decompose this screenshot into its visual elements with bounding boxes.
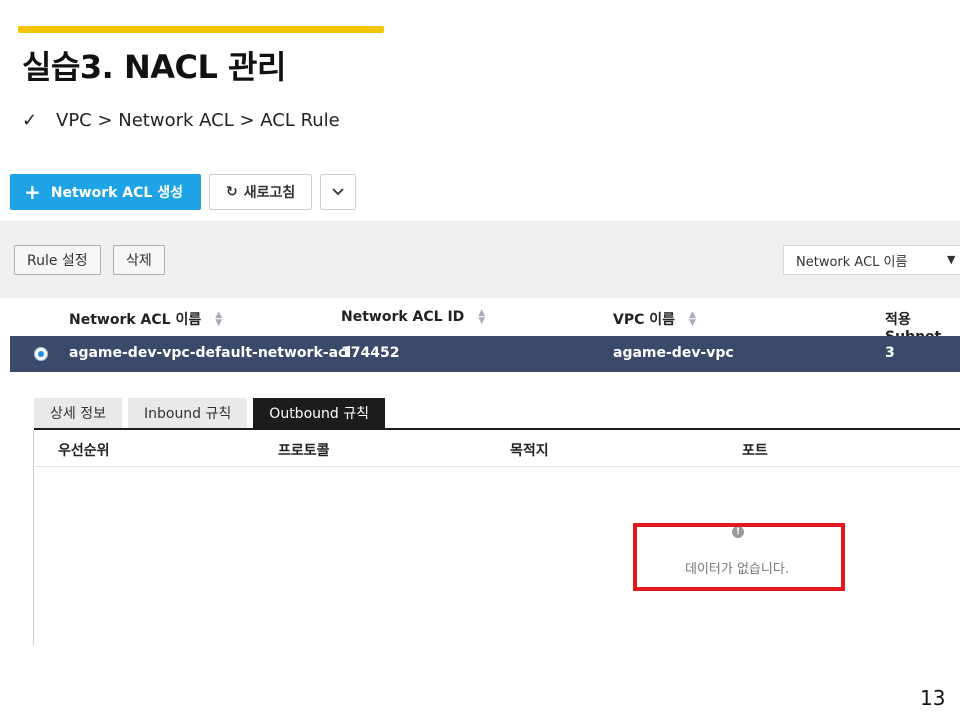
plus-icon: + — [24, 180, 41, 204]
column-label: Network ACL ID — [341, 309, 465, 325]
tab-inbound-rules[interactable]: Inbound 규칙 — [127, 398, 248, 428]
column-header-id[interactable]: Network ACL ID ▲ ▼ — [341, 309, 485, 326]
column-header-name[interactable]: Network ACL 이름 ▲ ▼ — [69, 309, 222, 329]
create-network-acl-button[interactable]: + Network ACL 생성 — [10, 174, 201, 210]
table-row-selected[interactable]: agame-dev-vpc-default-network-acl 174452… — [10, 336, 960, 372]
create-network-acl-label: Network ACL 생성 — [50, 185, 183, 201]
vpc-name-cell: agame-dev-vpc — [613, 345, 734, 361]
column-header-vpc[interactable]: VPC 이름 ▲ ▼ — [613, 309, 696, 329]
table-header: Network ACL 이름 ▲ ▼ Network ACL ID ▲ ▼ VPC … — [10, 298, 960, 345]
console-screenshot: + Network ACL 생성 ↻ 새로고침 Rule 설정 삭제 Netwo… — [0, 168, 960, 645]
breadcrumb-path: VPC > Network ACL > ACL Rule — [56, 110, 340, 131]
rules-table-header: 우선순위 프로토콜 목적지 포트 — [34, 430, 960, 467]
caret-down-icon: ▼ — [947, 253, 956, 266]
outbound-rules-panel: 우선순위 프로토콜 목적지 포트 ! 데이터가 없습니다. — [33, 430, 960, 645]
column-label: VPC 이름 — [613, 312, 676, 328]
breadcrumb-bullet: ✓ VPC > Network ACL > ACL Rule — [22, 110, 340, 131]
tab-outbound-rules[interactable]: Outbound 규칙 — [253, 398, 385, 428]
check-icon: ✓ — [22, 110, 38, 131]
more-options-button[interactable] — [320, 174, 357, 210]
highlight-box — [633, 523, 845, 591]
acl-name-cell: agame-dev-vpc-default-network-acl — [69, 345, 352, 361]
column-header-priority: 우선순위 — [58, 443, 110, 459]
chevron-down-icon — [332, 188, 344, 196]
network-acl-table: Network ACL 이름 ▲ ▼ Network ACL ID ▲ ▼ VPC … — [10, 298, 960, 645]
subnet-count-cell: 3 — [885, 345, 895, 361]
sort-icon[interactable]: ▲ ▼ — [689, 311, 696, 328]
search-filter-select[interactable]: Network ACL 이름 ▼ — [783, 245, 960, 275]
empty-state: ! 데이터가 없습니다. — [34, 466, 960, 645]
radio-dot — [38, 351, 44, 357]
rule-settings-button[interactable]: Rule 설정 — [14, 245, 101, 275]
acl-id-cell: 174452 — [341, 345, 400, 361]
refresh-button[interactable]: ↻ 새로고침 — [208, 174, 313, 210]
refresh-icon: ↻ — [225, 184, 238, 200]
column-label: Network ACL 이름 — [69, 312, 202, 328]
title-accent-bar — [18, 26, 384, 33]
detail-tabs: 상세 정보 Inbound 규칙 Outbound 규칙 — [34, 398, 385, 428]
row-radio-button[interactable] — [34, 347, 48, 361]
sort-icon[interactable]: ▲ ▼ — [215, 311, 222, 328]
action-bar: Rule 설정 삭제 Network ACL 이름 ▼ — [0, 221, 960, 298]
sort-icon[interactable]: ▲ ▼ — [478, 309, 485, 326]
column-header-protocol: 프로토콜 — [278, 443, 330, 459]
refresh-label: 새로고침 — [243, 185, 296, 201]
column-header-destination: 목적지 — [510, 443, 549, 459]
page-number: 13 — [920, 686, 946, 710]
slide-title: 실습3. NACL 관리 — [22, 48, 286, 86]
delete-button[interactable]: 삭제 — [113, 245, 165, 275]
filter-select-value: Network ACL 이름 — [796, 254, 908, 270]
tab-details[interactable]: 상세 정보 — [34, 398, 122, 428]
column-header-port: 포트 — [742, 443, 768, 459]
toolbar: + Network ACL 생성 ↻ 새로고침 — [10, 174, 357, 210]
